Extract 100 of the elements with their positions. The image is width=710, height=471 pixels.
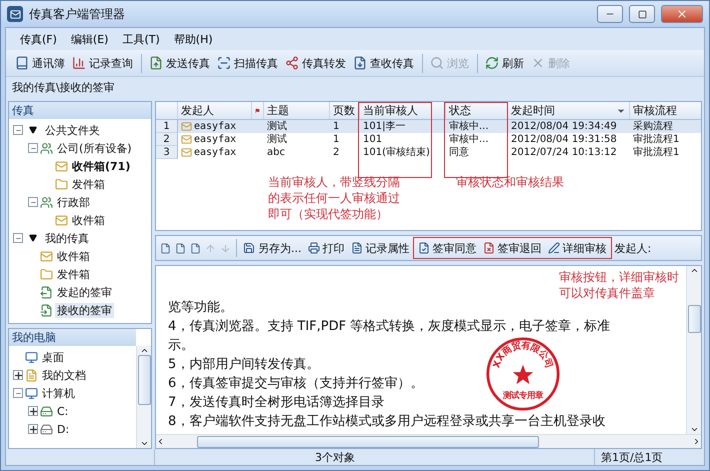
save-icon: [243, 242, 255, 254]
column-header[interactable]: 当前审核人: [360, 102, 432, 119]
tree-item[interactable]: 发件箱: [70, 176, 107, 192]
toolbar-button[interactable]: 通讯簿: [12, 54, 68, 72]
folder-icon: [40, 268, 53, 280]
close-button[interactable]: [661, 5, 703, 23]
bar-chart-icon: [72, 56, 86, 70]
tree-item[interactable]: C:: [55, 404, 70, 418]
minimize-button[interactable]: [597, 5, 623, 23]
row-number: 1: [156, 120, 178, 133]
book-icon: [15, 56, 29, 70]
toolbar-button[interactable]: 发送传真: [141, 54, 213, 72]
toolbar-button[interactable]: 记录查询: [69, 54, 136, 72]
tree-item[interactable]: 收件箱: [70, 212, 107, 228]
tree-item[interactable]: D:: [55, 422, 72, 436]
review-button[interactable]: 签审同意: [414, 238, 480, 258]
document-text: 7，发送传真时全树形电话簿选择目录: [168, 394, 384, 412]
scroll-thumb[interactable]: [197, 436, 539, 448]
document-icon: [350, 242, 362, 254]
window-title: 传真客户端管理器: [29, 6, 126, 22]
tree-item[interactable]: 收件箱: [55, 248, 92, 264]
tree-item[interactable]: 我的文档: [40, 368, 88, 382]
toolbar-button[interactable]: 查收传真: [350, 54, 417, 72]
triangle-icon: [29, 126, 37, 134]
tree-item[interactable]: 公共文件夹: [43, 122, 102, 138]
table-cell: easyfax: [194, 120, 236, 133]
toolbar-button[interactable]: 传真转发: [282, 54, 349, 72]
maximize-button[interactable]: [629, 5, 655, 23]
row-number: 2: [156, 133, 178, 146]
file-in-icon: [40, 304, 53, 316]
table-cell-text: 101: [362, 133, 384, 146]
refresh-icon: [485, 56, 499, 70]
envelope-icon: [181, 147, 192, 158]
review-button[interactable]: 签审退回: [480, 238, 544, 258]
toolbar-button[interactable]: 扫描传真: [214, 54, 281, 72]
scroll-thumb[interactable]: [688, 305, 700, 333]
scrollbar[interactable]: [136, 346, 151, 448]
mail-icon: [55, 214, 68, 226]
table-cell-text: 测试: [266, 120, 288, 133]
tree-item[interactable]: 收件箱(71): [70, 158, 132, 174]
close-icon: [676, 8, 688, 20]
table-cell-text: 测试: [266, 133, 288, 146]
review-button[interactable]: 详细审核: [544, 238, 610, 258]
sender-label: 发起人:: [614, 240, 652, 256]
table-row[interactable]: 1 easyfax 测试 1 101|李一 审核中... 2012/08/04 19:34:49 采购流程: [156, 120, 701, 133]
column-header[interactable]: 审核流程: [630, 102, 708, 119]
tree-item[interactable]: 行政部: [55, 194, 92, 210]
row-number: 3: [156, 146, 178, 159]
expander-box[interactable]: [13, 370, 23, 380]
scroll-thumb[interactable]: [138, 355, 150, 405]
column-header[interactable]: 状态: [446, 102, 508, 119]
toolbar-button[interactable]: 刷新: [477, 54, 527, 72]
scroll-right-icon: [692, 437, 701, 446]
expand-icon: [14, 372, 22, 378]
table-cell-text: 101|李一: [362, 120, 406, 133]
maximize-icon: [638, 10, 646, 18]
tree-item[interactable]: 发件箱: [55, 266, 92, 282]
drive-icon: [40, 422, 53, 436]
toolbar-button[interactable]: 打印: [304, 238, 348, 258]
scroll-down-icon: [140, 439, 148, 448]
delete-icon: [531, 56, 545, 70]
monitor-icon: [25, 350, 38, 364]
column-header[interactable]: 页数: [330, 102, 360, 119]
column-header[interactable]: 发起时间: [508, 102, 630, 119]
menu-item[interactable]: 编辑(E): [64, 30, 114, 48]
document-text: 8，客户端软件支持无盘工作站模式或多用户远程登录或共享一台主机登录收: [168, 413, 606, 431]
tree-item[interactable]: 公司(所有设备): [55, 140, 134, 156]
document-text: 6，传真签审提交与审核（支持并行签审）。: [168, 375, 424, 393]
table-cell-text: 审批流程1: [632, 133, 680, 146]
users-icon: [40, 142, 53, 154]
file-x-icon: [482, 242, 494, 254]
scanner-icon: [217, 56, 231, 70]
status-text: 3个对象: [154, 449, 594, 465]
scrollbar[interactable]: [686, 266, 701, 434]
panel-title: 传真: [9, 102, 151, 119]
envelope-icon: [181, 121, 192, 132]
status-text: 第1页/总1页: [594, 449, 704, 465]
annotation-text: 的表示任何一人审核通过: [268, 190, 400, 206]
annotation-text: 即可（实现代签功能）: [268, 206, 388, 222]
seal-text: XX商贸有限公司: [491, 340, 555, 370]
table-cell-text: 2012/08/04 19:31:58: [510, 133, 618, 146]
tree-item[interactable]: 我的传真: [43, 230, 91, 246]
tree-item[interactable]: 接收的签审: [55, 302, 114, 318]
toolbar-button[interactable]: 记录属性: [348, 238, 412, 258]
tree-item[interactable]: 计算机: [40, 386, 77, 400]
scroll-up-icon: [690, 266, 698, 275]
annotation-text: 可以对传真件盖章: [559, 285, 655, 301]
fax-app-icon: [7, 6, 23, 22]
table-cell-text: 采购流程: [632, 120, 674, 133]
column-header[interactable]: 发起人: [178, 102, 252, 119]
menu-item[interactable]: 帮助(H): [168, 30, 219, 48]
expander-box[interactable]: [28, 424, 38, 434]
toolbar-button[interactable]: 另存为...: [240, 238, 304, 258]
column-header[interactable]: 主题: [264, 102, 330, 119]
tree-item[interactable]: 桌面: [40, 350, 66, 364]
menu-item[interactable]: 传真(F): [14, 30, 63, 48]
menu-item[interactable]: 工具(T): [116, 30, 166, 48]
tree-item[interactable]: 发起的签审: [55, 284, 114, 300]
scrollbar[interactable]: [156, 434, 701, 448]
expander-box[interactable]: [28, 406, 38, 416]
